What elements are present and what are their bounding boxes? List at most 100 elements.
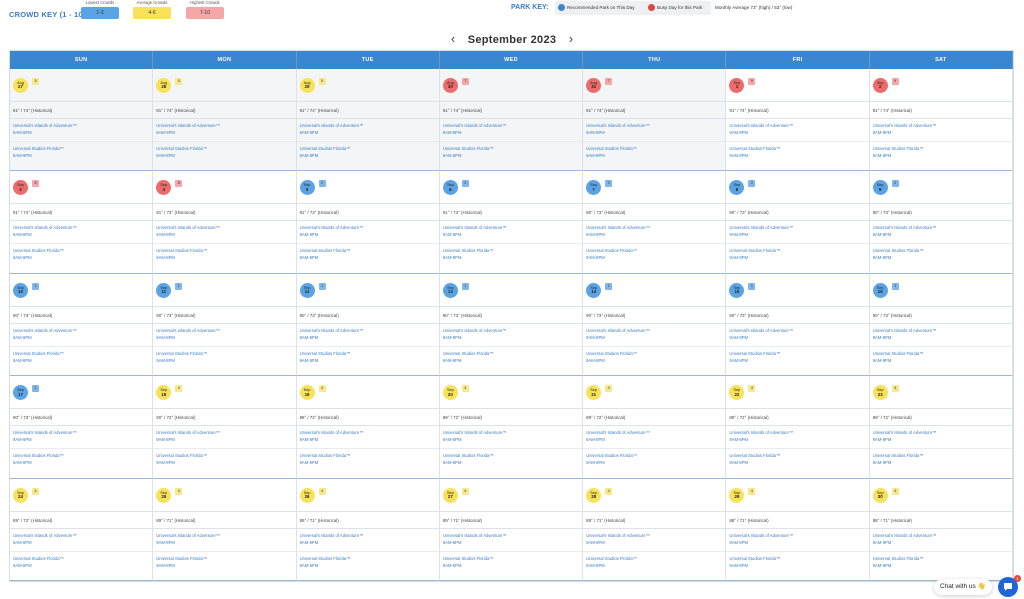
day-header: Sep 16 1 bbox=[869, 274, 1012, 307]
park-entry: Universal Studios Florida™ 9AM-8PM bbox=[153, 552, 295, 575]
park-entry: Universal Studios Florida™ 9AM-8PM bbox=[583, 449, 725, 472]
park-entry: Universal's Islands of Adventure™ 9AM-8PM bbox=[583, 529, 726, 552]
calendar-day-cell[interactable]: Sep 20 4 89° / 72° (Historical) Universal's … bbox=[439, 376, 584, 479]
day-header: Sep 17 1 bbox=[10, 376, 153, 410]
paw-icon bbox=[558, 4, 565, 11]
crowd-level: 1 bbox=[32, 385, 39, 393]
crowd-level: 2 bbox=[605, 180, 613, 188]
day-header: Aug 30 7 bbox=[439, 69, 583, 102]
calendar-day-cell[interactable]: Sep 10 1 90° / 73° (Historical) Universal's … bbox=[10, 273, 154, 377]
calendar-day-cell[interactable]: Sep 16 1 90° / 73° (Historical) Universal's … bbox=[869, 273, 1013, 377]
calendar-day-cell[interactable]: Sep 27 4 89° / 71° (Historical) Universal's … bbox=[439, 478, 584, 581]
calendar-day-cell[interactable]: Sep 1 9 91° / 74° (Historical) Universal's I… bbox=[726, 69, 870, 172]
park-entry: Universal Studios Florida™ 9AM-8PM bbox=[583, 244, 725, 267]
day-header: Sep 10 1 bbox=[10, 274, 153, 307]
weather-forecast: 91° / 74° (Historical) bbox=[583, 102, 726, 119]
calendar-day-cell[interactable]: Sep 7 2 90° / 73° (Historical) Universal's I… bbox=[583, 171, 727, 274]
weekday-thu: THU bbox=[583, 51, 727, 69]
park-entry: Universal's Islands of Adventure™ 9AM-8PM bbox=[296, 221, 439, 245]
park-entry: Universal's Islands of Adventure™ 9AM-8PM bbox=[726, 119, 869, 142]
park-hours: 9AM-8PM bbox=[729, 562, 749, 568]
crowd-key-average: Average Crowds 4-6 bbox=[133, 0, 171, 19]
date-day: 28 bbox=[161, 84, 167, 90]
calendar-day-cell[interactable]: Sep 21 4 89° / 72° (Historical) Universal's … bbox=[583, 376, 727, 479]
calendar-day-cell[interactable]: Sep 30 4 88° / 71° (Historical) Universal's … bbox=[869, 478, 1013, 581]
crowd-key-lowest: Lowest Crowds 1-3 bbox=[81, 0, 119, 19]
calendar-day-cell[interactable]: Sep 14 1 90° / 73° (Historical) Universal's … bbox=[583, 273, 727, 377]
calendar-day-cell[interactable]: Sep 13 1 90° / 73° (Historical) Universal's … bbox=[439, 273, 584, 377]
date-badge: Sep 23 bbox=[872, 385, 888, 401]
calendar-day-cell[interactable]: Aug 31 7 91° / 74° (Historical) Universal's … bbox=[583, 69, 727, 172]
calendar-day-cell[interactable]: Sep 9 2 90° / 73° (Historical) Universal's I… bbox=[869, 171, 1013, 274]
day-header: Aug 31 7 bbox=[583, 69, 726, 102]
weekday-fri: FRI bbox=[726, 51, 870, 69]
date-badge: Sep 21 bbox=[586, 385, 602, 401]
day-header: Sep 20 4 bbox=[439, 376, 583, 410]
calendar-day-cell[interactable]: Sep 22 4 89° / 72° (Historical) Universal's … bbox=[726, 376, 870, 479]
calendar-day-cell[interactable]: Sep 4 8 91° / 73° (Historical) Universal's I… bbox=[153, 171, 297, 274]
date-badge: Sep 3 bbox=[13, 180, 28, 196]
prev-month-chevron-icon[interactable]: ‹ bbox=[443, 30, 463, 48]
calendar-day-cell[interactable]: Sep 23 4 89° / 72° (Historical) Universal's … bbox=[869, 376, 1013, 479]
weather-forecast: 90° / 73° (Historical) bbox=[439, 307, 583, 324]
park-hours: 9AM-8PM bbox=[729, 357, 749, 363]
park-entry: Universal Studios Florida™ 9AM-8PM bbox=[10, 552, 152, 575]
park-entry: Universal's Islands of Adventure™ 9AM-8PM bbox=[439, 529, 583, 552]
park-entry: Universal's Islands of Adventure™ 9AM-8PM bbox=[726, 529, 869, 552]
park-key: PARK KEY: Recommended Park on This Day B… bbox=[511, 0, 1016, 20]
park-hours: 9AM-8PM bbox=[13, 562, 32, 568]
calendar-day-cell[interactable]: Aug 30 7 91° / 74° (Historical) Universal's … bbox=[439, 69, 584, 172]
calendar-day-cell[interactable]: Sep 2 9 91° / 74° (Historical) Universal's I… bbox=[869, 69, 1013, 172]
weekday-header: SUN MON TUE WED THU FRI SAT bbox=[10, 51, 1013, 69]
park-hours: 9AM-8PM bbox=[442, 153, 462, 158]
weather-forecast: 88° / 71° (Historical) bbox=[583, 512, 726, 529]
calendar-day-cell[interactable]: Sep 18 4 90° / 72° (Historical) Universal's … bbox=[153, 376, 297, 479]
park-hours: 9AM-8PM bbox=[872, 334, 892, 340]
calendar-day-cell[interactable]: Sep 6 2 91° / 73° (Historical) Universal's I… bbox=[439, 171, 584, 274]
day-header: Sep 2 9 bbox=[869, 69, 1012, 102]
calendar-day-cell[interactable]: Sep 11 1 90° / 73° (Historical) Universal's … bbox=[153, 273, 297, 377]
calendar-day-cell[interactable]: Sep 29 4 88° / 71° (Historical) Universal's … bbox=[726, 478, 870, 581]
weather-forecast: 90° / 73° (Historical) bbox=[726, 307, 869, 324]
next-month-chevron-icon[interactable]: › bbox=[561, 30, 581, 48]
weather-forecast: 89° / 71° (Historical) bbox=[153, 512, 296, 529]
park-hours: 9AM-8PM bbox=[299, 562, 319, 568]
weather-forecast: 91° / 73° (Historical) bbox=[153, 204, 296, 222]
calendar-day-cell[interactable]: Sep 5 2 91° / 73° (Historical) Universal's I… bbox=[296, 171, 440, 274]
calendar-day-cell[interactable]: Sep 8 2 90° / 73° (Historical) Universal's I… bbox=[726, 171, 870, 274]
calendar-day-cell[interactable]: Sep 28 4 88° / 71° (Historical) Universal's … bbox=[583, 478, 727, 581]
calendar-day-cell[interactable]: Sep 19 4 89° / 72° (Historical) Universal's … bbox=[296, 376, 440, 479]
date-badge: Sep 15 bbox=[729, 282, 745, 298]
park-hours: 9AM-8PM bbox=[586, 255, 605, 261]
date-day: 13 bbox=[447, 289, 453, 295]
day-header: Sep 22 4 bbox=[726, 376, 869, 410]
calendar-day-cell[interactable]: Aug 28 5 91° / 74° (Historical) Universal's … bbox=[153, 69, 297, 172]
park-entry: Universal's Islands of Adventure™ 9AM-8PM bbox=[153, 119, 296, 142]
calendar-day-cell[interactable]: Sep 12 1 90° / 73° (Historical) Universal's … bbox=[296, 273, 440, 377]
park-hours: 9AM-8PM bbox=[13, 130, 32, 135]
calendar-day-cell[interactable]: Sep 25 4 89° / 71° (Historical) Universal's … bbox=[153, 478, 297, 581]
crowd-key-highest-label: Highest Crowds bbox=[190, 0, 220, 5]
park-hours: 9AM-8PM bbox=[156, 460, 175, 466]
calendar-day-cell[interactable]: Aug 29 5 91° / 74° (Historical) Universal's … bbox=[296, 69, 440, 172]
date-day: 23 bbox=[877, 391, 883, 397]
chat-with-us-label[interactable]: Chat with us 👋 bbox=[934, 579, 992, 595]
calendar-day-cell[interactable]: Aug 27 5 91° / 74° (Historical) Universal's … bbox=[10, 69, 154, 172]
calendar-day-cell[interactable]: Sep 15 1 90° / 73° (Historical) Universal's … bbox=[726, 273, 870, 377]
crowd-calendar: SUN MON TUE WED THU FRI SAT Aug 27 5 91° / … bbox=[9, 50, 1014, 582]
day-header: Aug 29 5 bbox=[296, 69, 439, 102]
weather-forecast: 91° / 74° (Historical) bbox=[153, 102, 296, 119]
park-entry: Universal Studios Florida™ 9AM-8PM bbox=[440, 142, 582, 165]
date-day: 24 bbox=[18, 494, 23, 499]
calendar-day-cell[interactable]: Sep 26 4 89° / 71° (Historical) Universal's … bbox=[296, 478, 440, 581]
date-day: 8 bbox=[735, 186, 739, 192]
park-hours: 9AM-8PM bbox=[872, 130, 892, 135]
date-badge: Aug 29 bbox=[299, 78, 315, 93]
crowd-level: 4 bbox=[461, 487, 469, 495]
calendar-day-cell[interactable]: Sep 24 4 89° / 72° (Historical) Universal's … bbox=[10, 478, 154, 581]
calendar-day-cell[interactable]: Sep 3 8 91° / 74° (Historical) Universal's I… bbox=[10, 171, 154, 274]
weekday-sun: SUN bbox=[10, 51, 154, 69]
weather-forecast: 90° / 73° (Historical) bbox=[869, 307, 1012, 324]
park-entry: Universal Studios Florida™ 9AM-8PM bbox=[153, 347, 295, 370]
calendar-day-cell[interactable]: Sep 17 1 90° / 73° (Historical) Universal's … bbox=[10, 376, 154, 479]
